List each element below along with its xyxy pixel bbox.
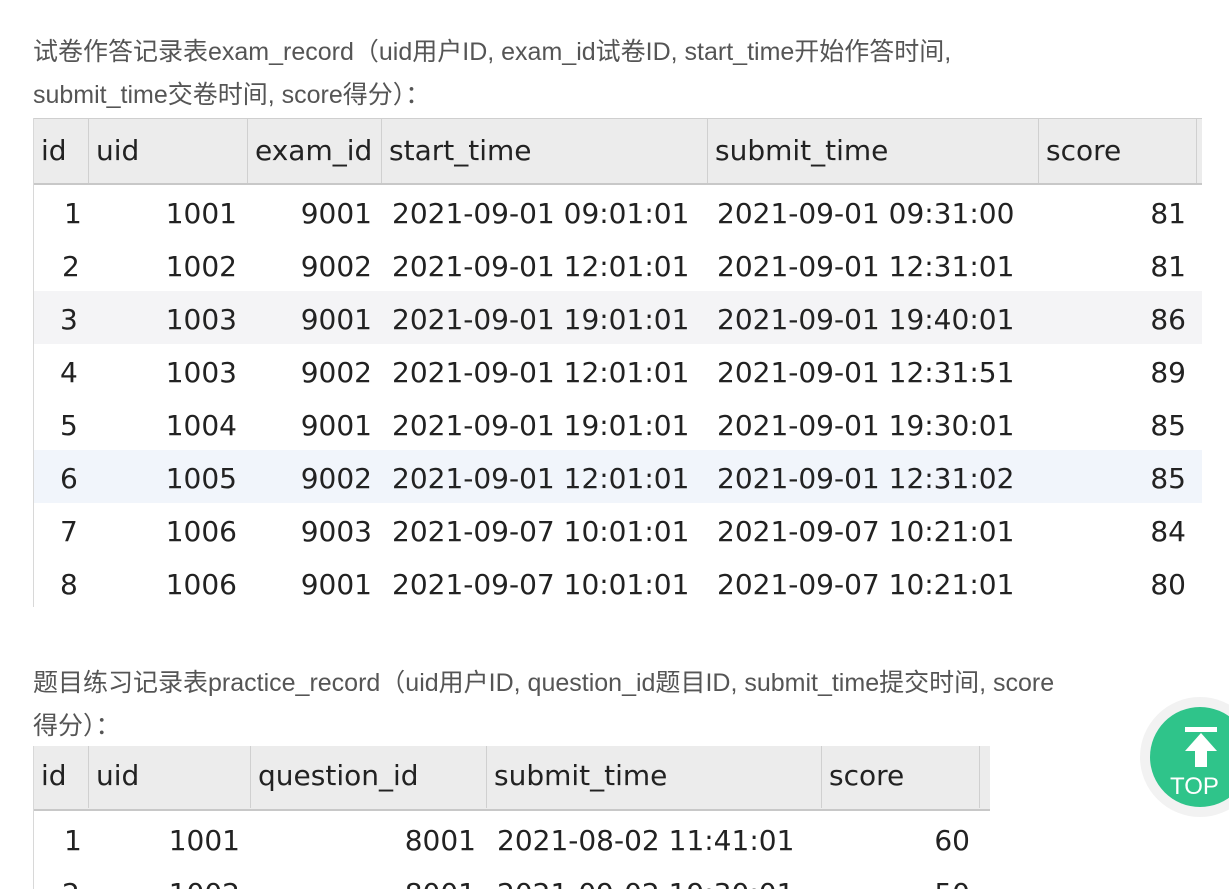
column-header-start-time[interactable]: start_time [382,119,708,183]
cell-exam-id: 9002 [300,250,372,283]
table-row[interactable]: 3 1003 9001 2021-09-01 19:01:01 2021-09-… [34,291,1202,344]
exam-table-header: id uid exam_id start_time submit_time sc… [34,118,1202,185]
cell-score: 85 [1150,409,1186,442]
table-row[interactable]: 6 1005 9002 2021-09-01 12:01:01 2021-09-… [34,450,1202,503]
cell-uid: 1004 [165,409,237,442]
back-to-top-label: TOP [1170,773,1219,800]
cell-score: 86 [1150,303,1186,336]
cell-id: 3 [60,303,78,336]
cell-id: 6 [60,462,78,495]
cell-id: 2 [62,250,80,283]
table-row[interactable]: 4 1003 9002 2021-09-01 12:01:01 2021-09-… [34,344,1202,397]
cell-uid: 1003 [165,356,237,389]
cell-submit-time: 2021-09-01 19:40:01 [717,303,1015,336]
column-header-id[interactable]: id [34,119,89,183]
cell-exam-id: 9001 [300,197,372,230]
cell-score: 60 [934,824,970,857]
column-header-exam-id[interactable]: exam_id [248,119,382,183]
cell-exam-id: 9002 [300,356,372,389]
back-to-top-button[interactable]: TOP [1140,697,1229,817]
cell-id: 1 [64,824,82,857]
cell-score: 89 [1150,356,1186,389]
cell-question-id: 8001 [334,865,476,889]
exam-record-description: 试卷作答记录表exam_record（uid用户ID, exam_id试卷ID,… [33,31,951,117]
column-header-submit-time[interactable]: submit_time [487,746,822,808]
cell-uid: 1002 [165,250,237,283]
back-to-top-button-face[interactable]: TOP [1150,707,1229,807]
cell-question-id: 8001 [404,824,476,857]
column-header-score[interactable]: score [1039,119,1197,183]
cell-score: 81 [1150,250,1186,283]
cell-uid: 1003 [165,303,237,336]
cell-submit-time: 2021-09-07 10:21:01 [717,568,1015,601]
column-header-uid[interactable]: uid [89,746,251,808]
cell-start-time: 2021-09-01 09:01:01 [392,197,690,230]
practice-record-table: id uid question_id submit_time score 1 1… [33,746,990,889]
cell-submit-time: 2021-09-01 12:31:01 [717,250,1015,283]
table-row[interactable]: 2 1002 9002 2021-09-01 12:01:01 2021-09-… [34,238,1202,291]
exam-record-description-line1: 试卷作答记录表exam_record（uid用户ID, exam_id试卷ID,… [33,38,952,66]
cell-score: 81 [1150,197,1186,230]
cell-uid: 1001 [168,824,240,857]
practice-table-header: id uid question_id submit_time score [34,746,990,811]
column-header-submit-time[interactable]: submit_time [708,119,1039,183]
cell-score: 84 [1150,515,1186,548]
cell-exam-id: 9001 [300,303,372,336]
cell-uid: 1001 [165,197,237,230]
cell-submit-time: 2021-09-01 09:31:00 [717,197,1015,230]
cell-submit-time: 2021-09-01 19:30:01 [717,409,1015,442]
cell-id: 8 [60,568,78,601]
cell-start-time: 2021-09-07 10:01:01 [392,515,690,548]
cell-score: 50 [874,865,970,889]
cell-id: 5 [60,409,78,442]
cell-submit-time: 2021-09-07 10:21:01 [717,515,1015,548]
cell-start-time: 2021-09-07 10:01:01 [392,568,690,601]
table-row[interactable]: 1 1001 9001 2021-09-01 09:01:01 2021-09-… [34,185,1202,238]
cell-score: 85 [1150,462,1186,495]
column-header-uid[interactable]: uid [89,119,248,183]
column-header-score[interactable]: score [822,746,980,808]
cell-start-time: 2021-09-01 12:01:01 [392,462,690,495]
cell-id: 4 [60,356,78,389]
cell-uid: 1002 [134,865,240,889]
cell-exam-id: 9003 [300,515,372,548]
cell-exam-id: 9002 [300,462,372,495]
cell-exam-id: 9001 [300,568,372,601]
exam-record-table: id uid exam_id start_time submit_time sc… [33,118,1202,607]
cell-start-time: 2021-09-01 19:01:01 [392,409,690,442]
column-header-id[interactable]: id [34,746,89,808]
cell-uid: 1005 [165,462,237,495]
cell-score: 80 [1150,568,1186,601]
cell-submit-time: 2021-09-01 12:31:02 [717,462,1015,495]
table-row[interactable]: 5 1004 9001 2021-09-01 19:01:01 2021-09-… [34,397,1202,450]
practice-record-description-line1: 题目练习记录表practice_record（uid用户ID, question… [33,669,1055,697]
cell-submit-time: 2021-09-01 12:31:51 [717,356,1015,389]
cell-exam-id: 9001 [300,409,372,442]
cell-submit-time: 2021-09-02 19:30:01 [497,865,794,889]
table-row[interactable]: 7 1006 9003 2021-09-07 10:01:01 2021-09-… [34,503,1202,556]
cell-uid: 1006 [165,515,237,548]
exam-record-description-line2: submit_time交卷时间, score得分）： [33,81,431,109]
cell-id: 7 [60,515,78,548]
practice-record-description: 题目练习记录表practice_record（uid用户ID, question… [33,662,1054,748]
cell-start-time: 2021-09-01 12:01:01 [392,356,690,389]
cell-id: 1 [64,197,82,230]
table-row[interactable]: 2 1002 8001 2021-09-02 19:30:01 50 [34,865,990,889]
table-row[interactable]: 8 1006 9001 2021-09-07 10:01:01 2021-09-… [34,556,1202,609]
cell-start-time: 2021-09-01 12:01:01 [392,250,690,283]
practice-record-description-line2: 得分）： [33,712,121,740]
table-row[interactable]: 1 1001 8001 2021-08-02 11:41:01 60 [34,812,990,865]
cell-start-time: 2021-09-01 19:01:01 [392,303,690,336]
arrow-up-to-top-icon [1185,727,1217,767]
cell-id: 2 [62,865,80,889]
cell-uid: 1006 [165,568,237,601]
cell-submit-time: 2021-08-02 11:41:01 [497,824,795,857]
column-header-question-id[interactable]: question_id [251,746,487,808]
